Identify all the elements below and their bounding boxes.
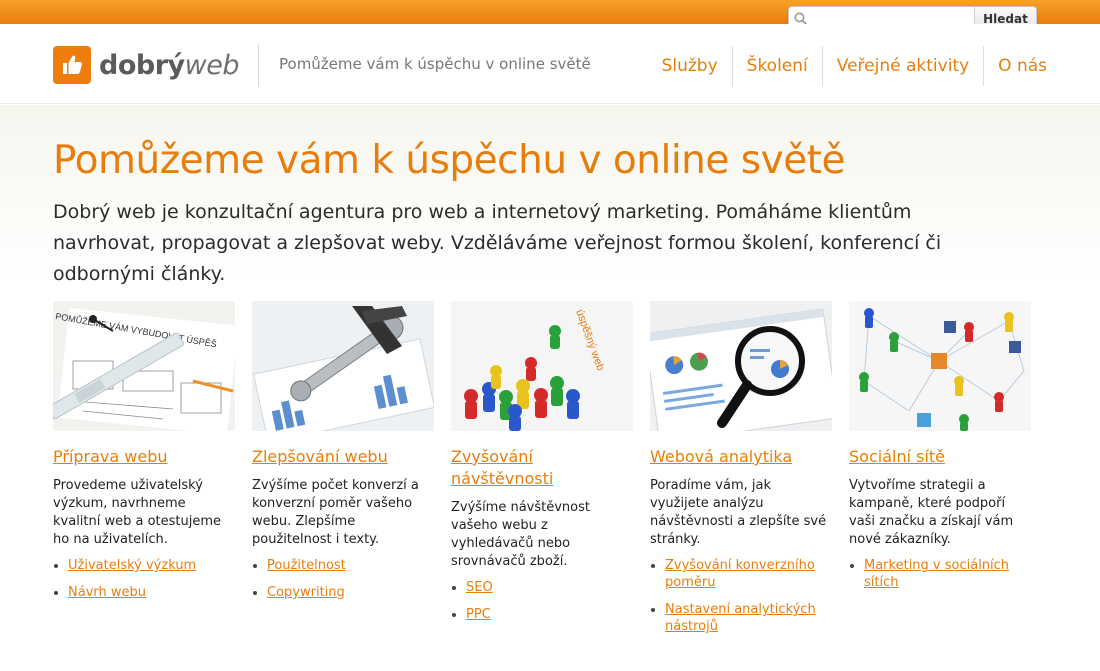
card-text-navstevnost: Zvýšíme návštěvnost vašeho webu z vyhled… — [451, 500, 590, 569]
card-links-priprava: Uživatelský výzkum Návrh webu — [53, 557, 235, 601]
hero-section: Pomůžeme vám k úspěchu v online světě Do… — [0, 105, 1100, 671]
service-cards: POMŮŽEME VÁM VYBUDOVAT ÚSPĚŠ Příprava we… — [53, 301, 1031, 645]
service-card-socialni-site: Sociální sítě Vytvoříme strategii a kamp… — [849, 301, 1031, 645]
list-item: Marketing v sociálních sítích — [849, 557, 1031, 591]
list-item: Návrh webu — [53, 584, 235, 601]
header-tagline: Pomůžeme vám k úspěchu v online světě — [279, 55, 591, 73]
card-title-zlepsovani[interactable]: Zlepšování webu — [252, 446, 434, 468]
page-title: Pomůžeme vám k úspěchu v online světě — [53, 138, 845, 183]
logo-word-dobry: dobrý — [99, 49, 185, 81]
logo-wordmark: dobrýweb — [99, 50, 239, 81]
service-card-zlepsovani: Zlepšování webu Zvýšíme počet konverzí a… — [252, 301, 434, 645]
card-image-figures[interactable]: úspěšný web — [451, 301, 633, 431]
list-item: SEO — [451, 579, 633, 596]
list-item: Nastavení analytických nástrojů — [650, 601, 832, 635]
card-text-analytika: Poradíme vám, jak využijete analýzu návš… — [650, 478, 827, 547]
nav-item-skoleni[interactable]: Školení — [731, 46, 822, 86]
site-header: dobrýweb Pomůžeme vám k úspěchu v online… — [0, 24, 1100, 104]
list-item: Uživatelský výzkum — [53, 557, 235, 574]
card-image-sketch[interactable]: POMŮŽEME VÁM VYBUDOVAT ÚSPĚŠ — [53, 301, 235, 431]
link-zvysovani-konverzniho-pomeru[interactable]: Zvyšování konverzního poměru — [665, 558, 815, 590]
card-title-socialni-site[interactable]: Sociální sítě — [849, 446, 1031, 468]
card-links-socialni-site: Marketing v sociálních sítích — [849, 557, 1031, 591]
nav-item-sluzby[interactable]: Služby — [648, 46, 732, 86]
link-uzivatelsky-vyzkum[interactable]: Uživatelský výzkum — [68, 558, 196, 573]
card-links-analytika: Zvyšování konverzního poměru Nastavení a… — [650, 557, 832, 635]
main-nav: Služby Školení Veřejné aktivity O nás — [648, 46, 1047, 86]
card-text-zlepsovani: Zvýšíme počet konverzí a konverzní poměr… — [252, 478, 419, 547]
list-item: Copywriting — [252, 584, 434, 601]
list-item: Zvyšování konverzního poměru — [650, 557, 832, 591]
service-card-priprava: POMŮŽEME VÁM VYBUDOVAT ÚSPĚŠ Příprava we… — [53, 301, 235, 645]
service-card-navstevnost: úspěšný web Zvyšování návštěvnosti Zvýší… — [451, 301, 633, 645]
link-marketing-v-socialnich-sitich[interactable]: Marketing v sociálních sítích — [864, 558, 1009, 590]
card-text-priprava: Provedeme uživatelský výzkum, navrhneme … — [53, 478, 222, 547]
service-card-analytika: Webová analytika Poradíme vám, jak využi… — [650, 301, 832, 645]
header-divider — [258, 44, 259, 86]
link-ppc[interactable]: PPC — [466, 607, 491, 622]
card-title-navstevnost[interactable]: Zvyšování návštěvnosti — [451, 446, 633, 490]
card-image-tools[interactable] — [252, 301, 434, 431]
link-copywriting[interactable]: Copywriting — [267, 585, 345, 600]
card-title-analytika[interactable]: Webová analytika — [650, 446, 832, 468]
link-nastaveni-analytickych-nastroju[interactable]: Nastavení analytických nástrojů — [665, 602, 816, 634]
card-links-zlepsovani: Použitelnost Copywriting — [252, 557, 434, 601]
card-image-magnifier[interactable] — [650, 301, 832, 431]
card-links-navstevnost: SEO PPC — [451, 579, 633, 623]
thumbs-up-icon — [53, 46, 91, 84]
nav-item-o-nas[interactable]: O nás — [983, 46, 1047, 86]
card-text-socialni-site: Vytvoříme strategii a kampaně, které pod… — [849, 478, 1014, 547]
hero-lead: Dobrý web je konzultační agentura pro we… — [53, 201, 942, 285]
link-seo[interactable]: SEO — [466, 580, 493, 595]
logo[interactable]: dobrýweb — [53, 46, 239, 84]
nav-item-verejne-aktivity[interactable]: Veřejné aktivity — [821, 46, 983, 86]
link-navrh-webu[interactable]: Návrh webu — [68, 585, 146, 600]
card-title-priprava[interactable]: Příprava webu — [53, 446, 235, 468]
logo-word-web: web — [184, 49, 240, 81]
card-image-network[interactable] — [849, 301, 1031, 431]
list-item: Použitelnost — [252, 557, 434, 574]
list-item: PPC — [451, 606, 633, 623]
link-pouzitelnost[interactable]: Použitelnost — [267, 558, 346, 573]
